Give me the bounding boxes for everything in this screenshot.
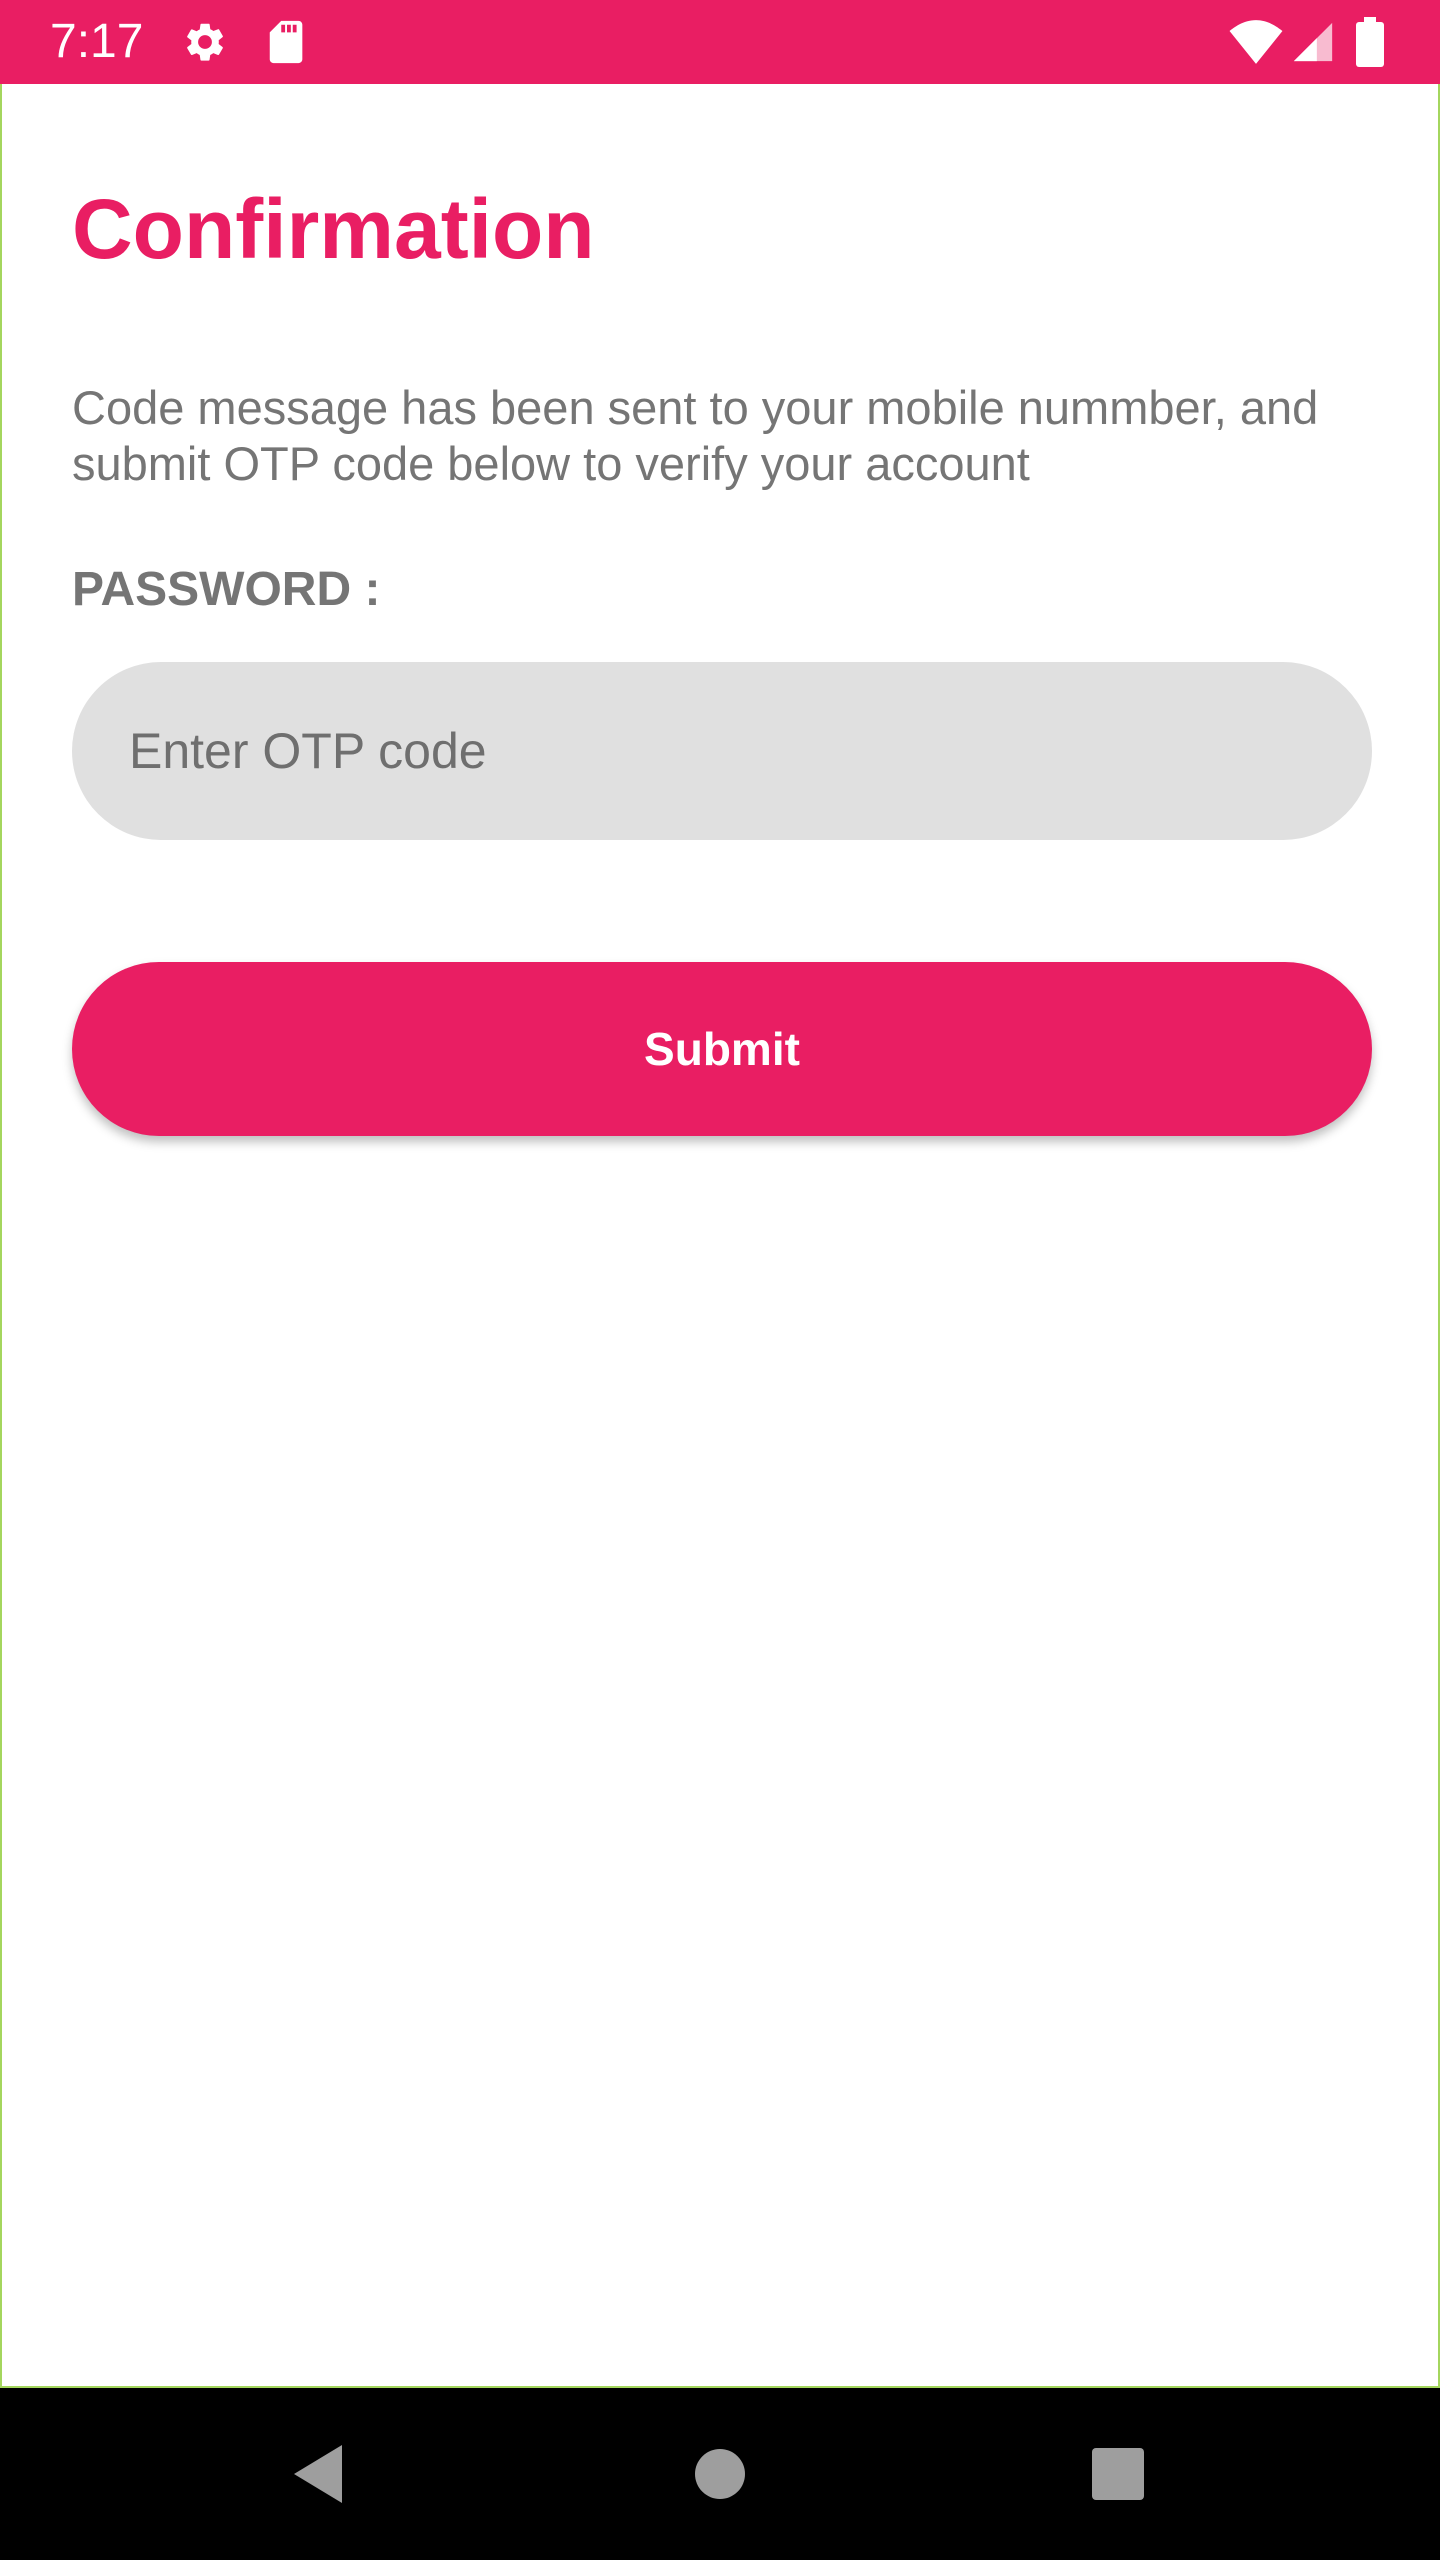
description-text: Code message has been sent to your mobil…: [72, 381, 1319, 490]
battery-icon: [1356, 0, 1384, 84]
sd-card-icon: [266, 0, 308, 84]
home-icon: [695, 2449, 745, 2499]
recents-icon: [1092, 2448, 1144, 2500]
recents-button[interactable]: [1058, 2388, 1178, 2560]
back-icon: [294, 2445, 342, 2503]
password-label: PASSWORD :: [72, 563, 381, 616]
otp-code-input[interactable]: [72, 662, 1372, 840]
gear-icon: [182, 0, 228, 84]
page-title: Confirmation: [72, 182, 595, 276]
confirmation-screen: Confirmation Code message has been sent …: [0, 84, 1440, 2388]
navigation-bar: [0, 2388, 1440, 2560]
cell-signal-icon: [1290, 0, 1336, 84]
status-bar: 7:17: [0, 0, 1440, 84]
home-button[interactable]: [660, 2388, 780, 2560]
submit-button[interactable]: Submit: [72, 962, 1372, 1136]
status-time: 7:17: [50, 15, 144, 68]
back-button[interactable]: [258, 2388, 378, 2560]
wifi-icon: [1228, 0, 1284, 84]
